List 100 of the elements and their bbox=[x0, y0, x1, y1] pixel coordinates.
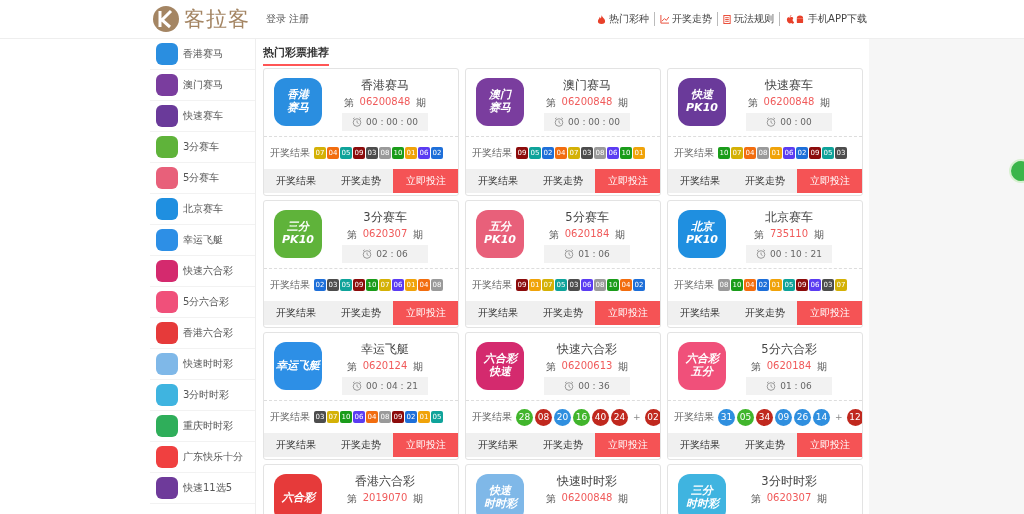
alarm-clock-icon bbox=[352, 117, 363, 127]
nav-link[interactable]: 玩法规则 bbox=[717, 12, 780, 26]
alarm-clock-icon bbox=[766, 117, 777, 127]
results-label: 开奖结果 bbox=[472, 146, 512, 160]
issue-suffix: 期 bbox=[618, 492, 629, 506]
card-button[interactable]: 开奖走势 bbox=[328, 301, 394, 325]
sidebar-item[interactable]: 快速11选5 bbox=[150, 473, 255, 504]
lottery-name: 香港赛马 bbox=[361, 78, 409, 93]
sidebar-item[interactable]: 重庆时时彩 bbox=[150, 411, 255, 442]
nav-link[interactable]: 手机APP下载 bbox=[779, 12, 872, 26]
lottery-logo: 幸运飞艇 bbox=[274, 342, 322, 390]
sidebar-item[interactable]: 3分赛车 bbox=[150, 132, 255, 163]
sidebar-item[interactable]: 快速赛车 bbox=[150, 101, 255, 132]
plus-sign: + bbox=[834, 412, 844, 422]
sidebar-item[interactable]: 幸运飞艇 bbox=[150, 225, 255, 256]
result-ball: 02 bbox=[644, 408, 660, 426]
card-button[interactable]: 开奖走势 bbox=[732, 169, 798, 193]
sidebar-item[interactable]: 澳门赛马 bbox=[150, 70, 255, 101]
issue-prefix: 第 bbox=[750, 492, 761, 506]
apple-android-icons bbox=[785, 14, 806, 24]
card-button[interactable]: 开奖走势 bbox=[530, 169, 596, 193]
issue-suffix: 期 bbox=[618, 96, 629, 110]
card-button[interactable]: 开奖走势 bbox=[328, 433, 394, 457]
alarm-clock-icon bbox=[766, 381, 777, 391]
alarm-clock-icon bbox=[554, 117, 565, 127]
results-label: 开奖结果 bbox=[270, 410, 310, 424]
alarm-clock-icon bbox=[362, 249, 373, 259]
sidebar-label: 5分六合彩 bbox=[183, 295, 230, 309]
lottery-name: 香港六合彩 bbox=[355, 474, 415, 489]
sidebar-label: 重庆时时彩 bbox=[183, 419, 233, 433]
result-ball: 14 bbox=[813, 408, 830, 426]
lottery-name: 澳门赛马 bbox=[563, 78, 611, 93]
sidebar-item[interactable]: 香港赛马 bbox=[150, 39, 255, 70]
issue-suffix: 期 bbox=[820, 96, 831, 110]
sidebar-item[interactable]: 香港六合彩 bbox=[150, 318, 255, 349]
timer-text: 00 : 36 bbox=[578, 381, 610, 391]
result-ball: 34 bbox=[756, 408, 773, 426]
timer-text: 00 : 04 : 21 bbox=[366, 381, 418, 391]
card-button[interactable]: 开奖走势 bbox=[328, 169, 394, 193]
lottery-logo: 六合彩 五分 bbox=[678, 342, 726, 390]
fire-icon bbox=[597, 14, 607, 24]
sidebar-label: 5分赛车 bbox=[183, 171, 220, 185]
card-button[interactable]: 开奖走势 bbox=[732, 433, 798, 457]
card-button[interactable]: 开奖结果 bbox=[466, 301, 531, 325]
timer-text: 01 : 06 bbox=[780, 381, 812, 391]
lottery-name: 快速时时彩 bbox=[557, 474, 617, 489]
lottery-logo: 北京 PK10 bbox=[678, 210, 726, 258]
issue-prefix: 第 bbox=[346, 492, 357, 506]
timer-text: 01 : 06 bbox=[578, 249, 610, 259]
lottery-name: 3分赛车 bbox=[363, 210, 407, 225]
result-ball: 20 bbox=[554, 408, 571, 426]
lottery-name: 北京赛车 bbox=[765, 210, 813, 225]
auth-link[interactable]: 登录 bbox=[266, 12, 286, 26]
sidebar-item[interactable]: 广东快乐十分 bbox=[150, 442, 255, 473]
nav-link[interactable]: 开奖走势 bbox=[654, 12, 718, 26]
card-button[interactable]: 开奖结果 bbox=[466, 433, 531, 457]
chart-icon bbox=[660, 14, 670, 24]
issue-prefix: 第 bbox=[545, 360, 556, 374]
sidebar-item[interactable]: 3分时时彩 bbox=[150, 380, 255, 411]
auth-link[interactable]: 注册 bbox=[289, 12, 309, 26]
logo-text: 客拉客 bbox=[184, 6, 250, 33]
card-button[interactable]: 开奖结果 bbox=[668, 169, 733, 193]
issue-prefix: 第 bbox=[545, 96, 556, 110]
issue-suffix: 期 bbox=[416, 96, 427, 110]
card-button[interactable]: 开奖结果 bbox=[264, 433, 329, 457]
issue-suffix: 期 bbox=[817, 360, 828, 374]
lottery-logo: 六合彩 快速 bbox=[476, 342, 524, 390]
card-button[interactable]: 开奖结果 bbox=[668, 433, 733, 457]
issue-suffix: 期 bbox=[413, 228, 424, 242]
issue-suffix: 期 bbox=[413, 360, 424, 374]
timer-text: 00 : 00 : 00 bbox=[568, 117, 620, 127]
result-ball: 16 bbox=[573, 408, 590, 426]
lottery-logo: 五分 PK10 bbox=[476, 210, 524, 258]
alarm-clock-icon bbox=[564, 381, 575, 391]
results-label: 开奖结果 bbox=[674, 146, 714, 160]
card-button[interactable]: 开奖走势 bbox=[530, 301, 596, 325]
result-ball: 12 bbox=[846, 408, 862, 426]
results-label: 开奖结果 bbox=[472, 410, 512, 424]
card-button[interactable]: 开奖结果 bbox=[668, 301, 733, 325]
sidebar-item[interactable]: 北京赛车 bbox=[150, 194, 255, 225]
sidebar-item[interactable]: 5分六合彩 bbox=[150, 287, 255, 318]
issue-number: 06200848 bbox=[561, 96, 613, 109]
result-ball: 40 bbox=[592, 408, 609, 426]
sidebar-item[interactable]: 5分赛车 bbox=[150, 163, 255, 194]
alarm-clock-icon bbox=[564, 249, 575, 259]
sidebar-label: 3分赛车 bbox=[183, 140, 220, 154]
card-button[interactable]: 开奖走势 bbox=[530, 433, 596, 457]
sidebar-item[interactable]: 快速六合彩 bbox=[150, 256, 255, 287]
sidebar-label: 快速六合彩 bbox=[183, 264, 233, 278]
issue-suffix: 期 bbox=[814, 228, 825, 242]
result-ball: 24 bbox=[611, 408, 628, 426]
nav-link[interactable]: 热门彩种 bbox=[592, 12, 655, 26]
card-button[interactable]: 开奖走势 bbox=[732, 301, 798, 325]
card-button[interactable]: 开奖结果 bbox=[466, 169, 531, 193]
plus-sign: + bbox=[632, 412, 642, 422]
card-button[interactable]: 开奖结果 bbox=[264, 301, 329, 325]
sidebar-item[interactable]: 快速时时彩 bbox=[150, 349, 255, 380]
issue-number: 0620307 bbox=[766, 492, 812, 505]
card-button[interactable]: 开奖结果 bbox=[264, 169, 329, 193]
issue-number: 0620184 bbox=[766, 360, 812, 373]
